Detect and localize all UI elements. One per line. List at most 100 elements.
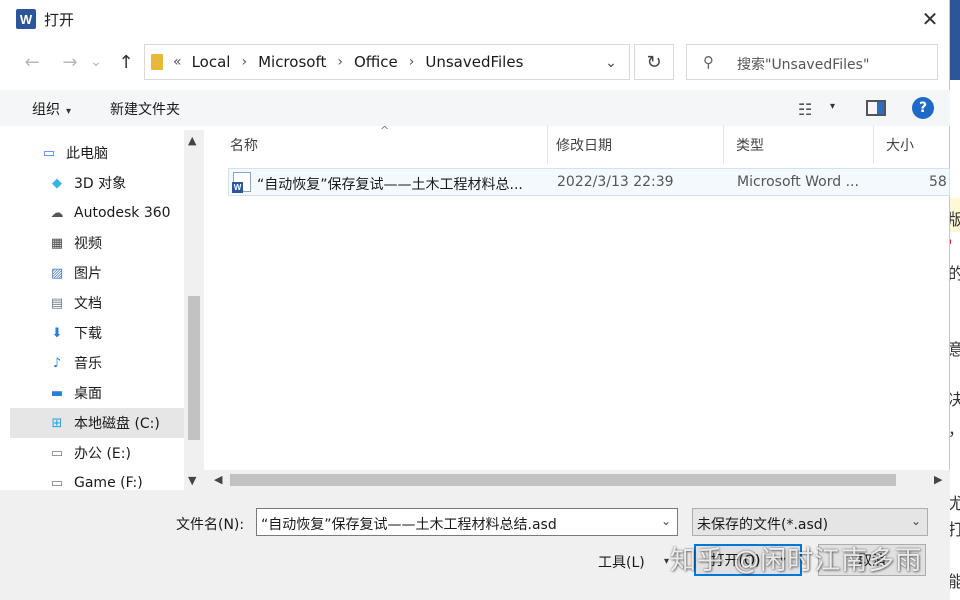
sidebar-item-videos[interactable]: ▦ 视频 [0,228,184,258]
view-options-caret[interactable]: ▾ [830,101,835,112]
close-button[interactable]: ✕ [910,0,950,38]
column-header-date[interactable]: 修改日期 [544,126,724,164]
back-arrow-icon: ← [24,51,40,73]
sidebar-item-music[interactable]: ♪ 音乐 [0,348,184,378]
filename-label: 文件名(N): [176,517,245,533]
caret-down-icon[interactable]: ▾ [664,556,669,567]
new-folder-button[interactable]: 新建文件夹 [110,99,180,119]
breadcrumb-overflow[interactable]: « [173,54,182,70]
cancel-button[interactable]: 取消 [818,544,926,576]
scroll-right-icon[interactable]: ▶ [934,473,942,486]
refresh-button[interactable]: ↻ [634,44,674,80]
sidebar-item-this-pc[interactable]: ▭ 此电脑 [0,138,184,168]
word-document-icon [232,172,251,193]
file-list-horizontal-scrollbar[interactable]: ◀ ▶ [204,470,950,490]
sidebar-item-documents[interactable]: ▤ 文档 [0,288,184,318]
breadcrumb-separator[interactable]: › [241,54,247,70]
sidebar-item-label: 图片 [74,266,102,282]
sidebar-item-label: 办公 (E:) [74,446,131,462]
computer-icon: ▭ [42,145,56,161]
breadcrumb-item-local[interactable]: Local [192,53,231,71]
chevron-down-icon: ⌄ [90,54,102,70]
music-icon: ♪ [52,355,62,371]
cloud-icon: ☁ [50,205,64,221]
file-name: “自动恢复”保存复试——土木工程材料总... [257,177,523,193]
preview-pane-icon[interactable] [866,100,886,116]
forward-arrow-icon: → [62,51,78,73]
sidebar-item-label: 视频 [74,236,102,252]
sidebar-item-3d-objects[interactable]: ◆ 3D 对象 [0,168,184,198]
scrollbar-thumb[interactable] [230,474,896,486]
sidebar-item-label: 桌面 [74,386,102,402]
desktop-icon: ▬ [50,385,64,401]
sidebar-item-drive-f[interactable]: ▭ Game (F:) [0,468,184,490]
dialog-title: 打开 [44,11,75,29]
filename-input[interactable]: “自动恢复”保存复试——土木工程材料总结.asd ⌄ [256,508,678,536]
organize-button[interactable]: 组织 ▾ [32,99,71,119]
column-header-name[interactable]: 名称 [218,126,548,164]
file-date: 2022/3/13 22:39 [557,174,674,190]
column-header-type[interactable]: 类型 [724,126,874,164]
caret-down-icon[interactable]: ▾ [780,555,785,566]
sidebar-item-drive-e[interactable]: ▭ 办公 (E:) [0,438,184,468]
open-button-label: 打开(O) [710,553,761,569]
sidebar-item-desktop[interactable]: ▬ 桌面 [0,378,184,408]
scroll-left-icon[interactable]: ◀ [214,473,222,486]
sidebar-item-label: 文档 [74,296,102,312]
sidebar-item-label: Autodesk 360 [74,205,171,221]
column-header-size[interactable]: 大小 [874,126,950,164]
sidebar-item-downloads[interactable]: ⬇ 下载 [0,318,184,348]
back-button[interactable]: ← [18,48,46,76]
chevron-down-icon[interactable]: ⌄ [661,514,671,528]
documents-icon: ▤ [50,295,64,311]
help-icon[interactable]: ? [912,97,934,119]
sidebar-item-local-disk-c[interactable]: ⊞ 本地磁盘 (C:) [10,408,184,438]
up-arrow-icon: ↑ [118,51,134,73]
sidebar-item-pictures[interactable]: ▨ 图片 [0,258,184,288]
sidebar-item-autodesk-360[interactable]: ☁ Autodesk 360 [0,198,184,228]
address-bar[interactable]: « Local › Microsoft › Office › UnsavedFi… [144,44,630,80]
breadcrumb-item-office[interactable]: Office [354,53,398,71]
open-button[interactable]: 打开(O) ▾ [694,544,802,576]
sidebar-item-label: 音乐 [74,356,102,372]
search-box[interactable]: ⚲ 搜索"UnsavedFiles" [686,44,938,80]
table-row[interactable]: “自动恢复”保存复试——土木工程材料总... 2022/3/13 22:39 M… [228,168,950,196]
drive-icon: ▭ [50,475,64,491]
filename-value: “自动恢复”保存复试——土木工程材料总结.asd [261,517,557,533]
word-icon: W [16,9,36,29]
breadcrumb: « Local › Microsoft › Office › UnsavedFi… [173,53,523,71]
scrollbar-thumb[interactable] [188,296,200,440]
dialog-footer: 文件名(N): “自动恢复”保存复试——土木工程材料总结.asd ⌄ 未保存的文… [0,490,950,600]
sidebar-item-label: 此电脑 [66,146,108,162]
navigation-pane: ▭ 此电脑 ◆ 3D 对象 ☁ Autodesk 360 ▦ 视频 ▨ 图片 ▤… [0,126,204,490]
file-type-filter[interactable]: 未保存的文件(*.asd) ⌄ [692,508,928,536]
tools-button[interactable]: 工具(L) [598,552,645,572]
scroll-up-icon[interactable]: ▲ [188,134,196,147]
command-bar: 组织 ▾ 新建文件夹 ☷ ▾ ? [0,90,950,126]
close-icon: ✕ [921,7,939,31]
search-input[interactable]: 搜索"UnsavedFiles" [737,54,869,74]
sidebar-item-label: 下载 [74,326,102,342]
video-icon: ▦ [50,235,64,251]
sidebar-item-label: 本地磁盘 (C:) [74,416,160,432]
sidebar-item-label: Game (F:) [74,475,143,490]
open-file-dialog: W 打开 ✕ ← → ⌄ ↑ « Local › Microsoft › Off… [0,0,950,600]
navigation-scrollbar[interactable]: ▲ ▼ [184,130,204,490]
chevron-down-icon: ⌄ [605,55,617,71]
sidebar-item-label: 3D 对象 [74,176,127,192]
breadcrumb-item-microsoft[interactable]: Microsoft [258,53,326,71]
view-options-icon[interactable]: ☷ [798,100,812,119]
scroll-down-icon[interactable]: ▼ [188,474,196,487]
breadcrumb-separator[interactable]: › [337,54,343,70]
3d-objects-icon: ◆ [52,175,62,191]
refresh-icon: ↻ [646,51,662,73]
address-history-button[interactable]: ⌄ [601,53,621,73]
local-disk-icon: ⊞ [51,415,63,431]
drive-icon: ▭ [50,445,64,461]
breadcrumb-separator[interactable]: › [409,54,415,70]
up-button[interactable]: ↑ [112,48,140,76]
recent-locations-button[interactable]: ⌄ [86,48,106,76]
title-bar: W 打开 ✕ [0,0,950,38]
breadcrumb-item-unsavedfiles[interactable]: UnsavedFiles [425,53,523,71]
forward-button[interactable]: → [56,48,84,76]
